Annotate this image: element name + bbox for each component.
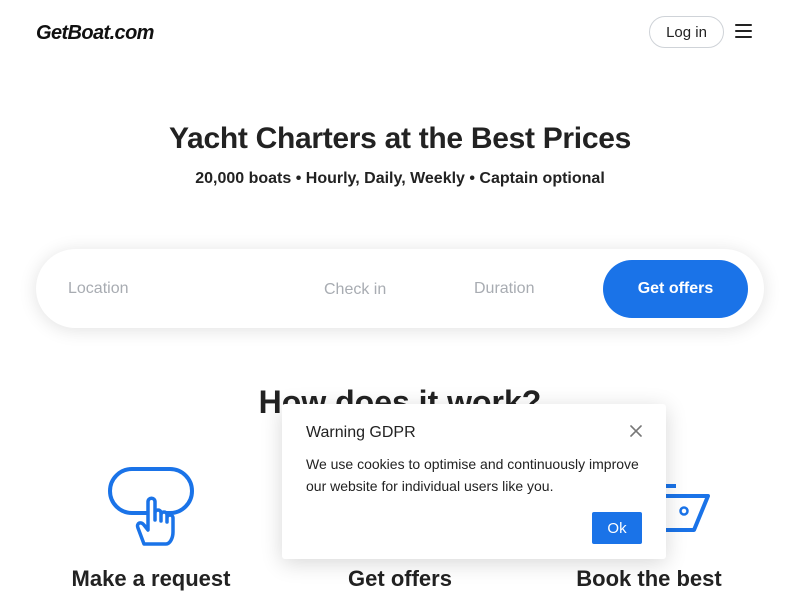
checkin-input[interactable]: Check in (324, 250, 454, 329)
location-input[interactable]: Location (68, 249, 308, 328)
step-make-request: Make a request (71, 566, 231, 591)
site-header: GetBoat.com Log in (0, 0, 800, 64)
menu-bar (735, 36, 752, 38)
gdpr-dialog: Warning GDPR We use cookies to optimise … (282, 404, 666, 559)
close-icon[interactable] (629, 424, 643, 438)
step-book-best: Book the best (576, 566, 722, 591)
hero-title: Yacht Charters at the Best Prices (169, 122, 631, 155)
login-button[interactable]: Log in (649, 16, 724, 48)
step-get-offers: Get offers (348, 566, 452, 591)
hamburger-menu-icon[interactable] (735, 24, 753, 40)
search-bar: Location Check in Duration Get offers (36, 249, 764, 328)
site-logo[interactable]: GetBoat.com (36, 22, 154, 45)
duration-input[interactable]: Duration (474, 249, 604, 328)
get-offers-button[interactable]: Get offers (603, 260, 748, 318)
gdpr-ok-button[interactable]: Ok (592, 512, 642, 544)
gdpr-title: Warning GDPR (306, 424, 416, 441)
hero-subtitle: 20,000 boats • Hourly, Daily, Weekly • C… (195, 170, 605, 187)
menu-bar (735, 24, 752, 26)
gdpr-message: We use cookies to optimise and continuou… (306, 456, 639, 494)
hand-tap-icon (108, 467, 194, 546)
menu-bar (735, 30, 752, 32)
